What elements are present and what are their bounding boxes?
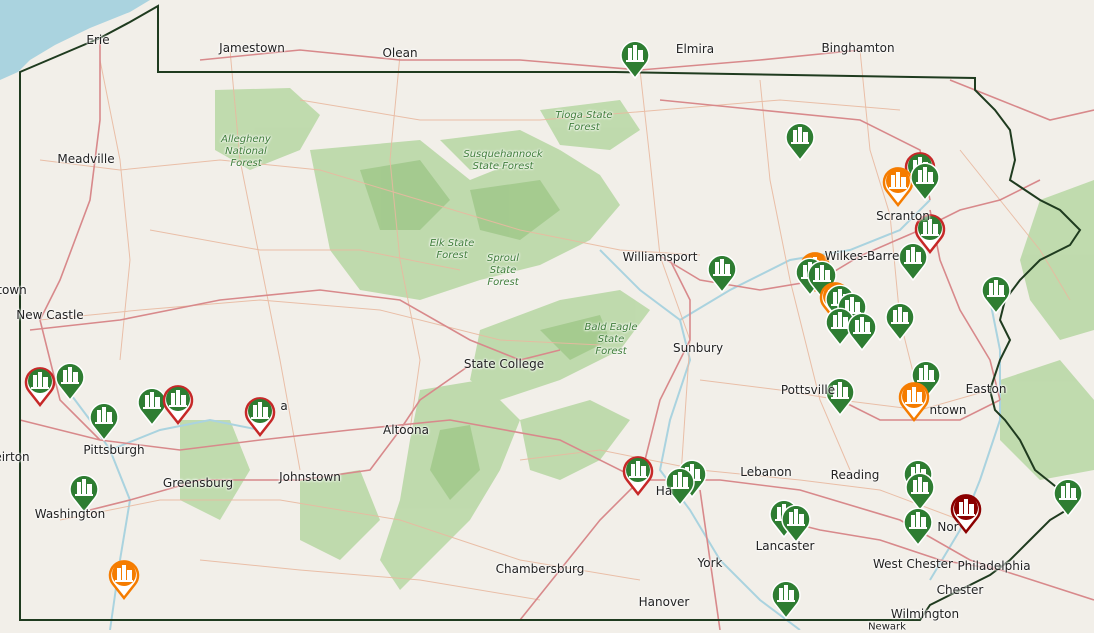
city-label-williamsport: Williamsport <box>622 250 698 264</box>
city-label-indiana: a <box>280 399 288 413</box>
city-label-pittsburgh: Pittsburgh <box>83 443 145 457</box>
city-label-chambersburg: Chambersburg <box>495 562 585 576</box>
city-label-allentown: ntown <box>929 403 967 417</box>
city-label-greensburg: Greensburg <box>162 476 234 490</box>
city-label-norristown: Nor <box>937 520 959 534</box>
forest-label-tioga: Tioga State Forest <box>555 110 613 133</box>
city-label-washington: Washington <box>34 507 106 521</box>
forest-label-elk: Elk State Forest <box>429 238 475 261</box>
city-label-easton: Easton <box>965 382 1007 396</box>
city-label-reading: Reading <box>830 468 880 482</box>
city-label-jamestown: Jamestown <box>219 41 285 55</box>
city-label-meadville: Meadville <box>57 152 115 166</box>
city-label-york: York <box>697 556 723 570</box>
city-label-new-castle: New Castle <box>16 308 84 322</box>
city-label-lebanon: Lebanon <box>740 465 792 479</box>
city-label-newark: Newark <box>868 621 906 633</box>
city-label-lancaster: Lancaster <box>755 539 815 553</box>
city-label-scranton: Scranton <box>876 209 930 223</box>
forest-label-sproul: Sproul State Forest <box>486 253 520 288</box>
city-label-johnstown: Johnstown <box>279 470 341 484</box>
forest-label-bald-eagle: Bald Eagle State Forest <box>584 322 638 357</box>
city-label-sunbury: Sunbury <box>672 341 724 355</box>
city-label-west-chester: West Chester <box>873 557 953 571</box>
city-label-weirton: eirton <box>0 450 30 464</box>
city-label-youngstown: town <box>0 283 27 297</box>
base-map[interactable] <box>0 0 1094 630</box>
city-label-pottsville: Pottsville <box>780 383 836 397</box>
city-label-binghamton: Binghamton <box>821 41 895 55</box>
city-label-wilmington: Wilmington <box>890 607 960 621</box>
city-label-state-college: State College <box>463 357 545 371</box>
city-label-olean: Olean <box>382 46 418 60</box>
forest-label-susquehannock: Susquehannock State Forest <box>463 149 543 172</box>
city-label-altoona: Altoona <box>383 423 429 437</box>
city-label-erie: Erie <box>86 33 110 47</box>
city-label-chester: Chester <box>936 583 984 597</box>
city-label-philadelphia: Philadelphia <box>957 559 1031 573</box>
city-label-harrisburg: Ha <box>655 484 673 498</box>
city-label-elmira: Elmira <box>675 42 715 56</box>
forest-label-allegheny: Allegheny National Forest <box>221 134 271 169</box>
city-label-wilkes-barre: Wilkes-Barre <box>824 249 900 263</box>
city-label-hanover: Hanover <box>638 595 690 609</box>
